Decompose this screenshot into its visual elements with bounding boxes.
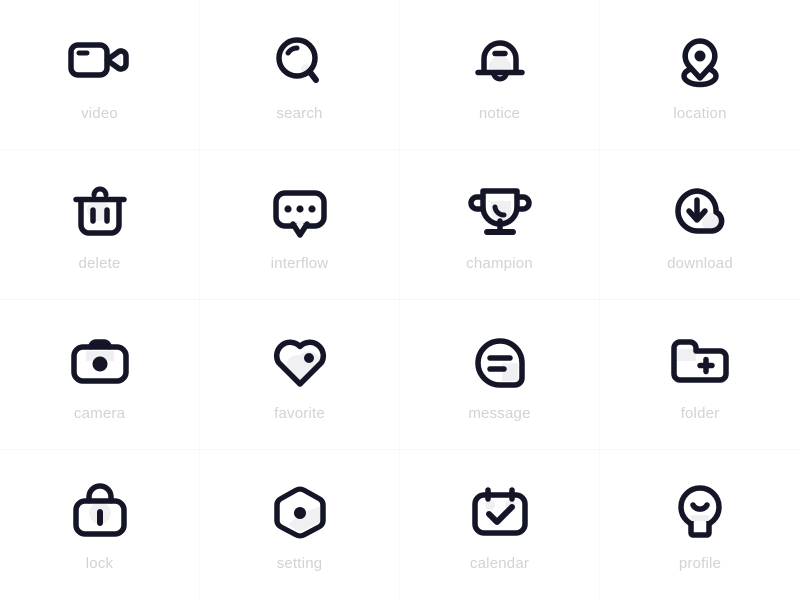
icon-cell-champion[interactable]: champion	[400, 150, 600, 300]
location-pin-icon	[681, 37, 719, 87]
icon-label: location	[673, 104, 727, 122]
cloud-download-icon	[675, 187, 725, 234]
icon-label: video	[81, 104, 118, 122]
icon-cell-folder[interactable]: folder	[600, 300, 800, 450]
hexagon-setting-icon	[273, 486, 326, 539]
icon-cell-download[interactable]: download	[600, 150, 800, 300]
icon-label: setting	[276, 555, 323, 572]
camera-icon	[70, 338, 129, 384]
icon-label: interflow	[270, 254, 329, 272]
icon-cell-calendar[interactable]: calendar	[400, 450, 600, 600]
icon-cell-favorite[interactable]: favorite	[200, 300, 400, 450]
bell-icon	[474, 39, 525, 81]
trophy-icon	[467, 187, 532, 235]
icon-cell-video[interactable]: video	[0, 0, 200, 150]
icon-cell-interflow[interactable]: interflow	[200, 150, 400, 300]
icon-cell-notice[interactable]: notice	[400, 0, 600, 150]
icon-cell-camera[interactable]: camera	[0, 300, 200, 450]
message-icon	[474, 337, 525, 388]
search-icon	[275, 36, 319, 83]
trash-icon	[72, 186, 127, 236]
icon-cell-location[interactable]: location	[600, 0, 800, 150]
icon-label: camera	[73, 404, 126, 422]
icon-cell-message[interactable]: message	[400, 300, 600, 450]
icon-label: favorite	[274, 404, 325, 422]
icon-label: lock	[85, 555, 114, 572]
calendar-check-icon	[471, 487, 528, 536]
icon-label: delete	[78, 254, 121, 272]
icon-cell-search[interactable]: search	[200, 0, 400, 150]
lock-icon	[72, 483, 127, 537]
icon-cell-delete[interactable]: delete	[0, 150, 200, 300]
icon-label: search	[276, 104, 323, 122]
folder-add-icon	[671, 338, 729, 383]
heart-icon	[273, 339, 326, 387]
icon-label: message	[468, 404, 531, 422]
icon-label: profile	[678, 555, 722, 572]
icon-label: download	[667, 254, 733, 272]
icon-label: champion	[466, 254, 533, 272]
icon-cell-lock[interactable]: lock	[0, 450, 200, 600]
chat-bubble-icon	[272, 189, 327, 238]
profile-icon	[678, 485, 722, 538]
icon-label: folder	[680, 404, 720, 422]
icon-cell-setting[interactable]: setting	[200, 450, 400, 600]
video-camera-icon	[67, 41, 129, 78]
icon-cell-profile[interactable]: profile	[600, 450, 800, 600]
icon-grid: video search notice location delete inte…	[0, 0, 800, 600]
icon-label: notice	[478, 104, 521, 122]
icon-label: calendar	[469, 555, 530, 572]
